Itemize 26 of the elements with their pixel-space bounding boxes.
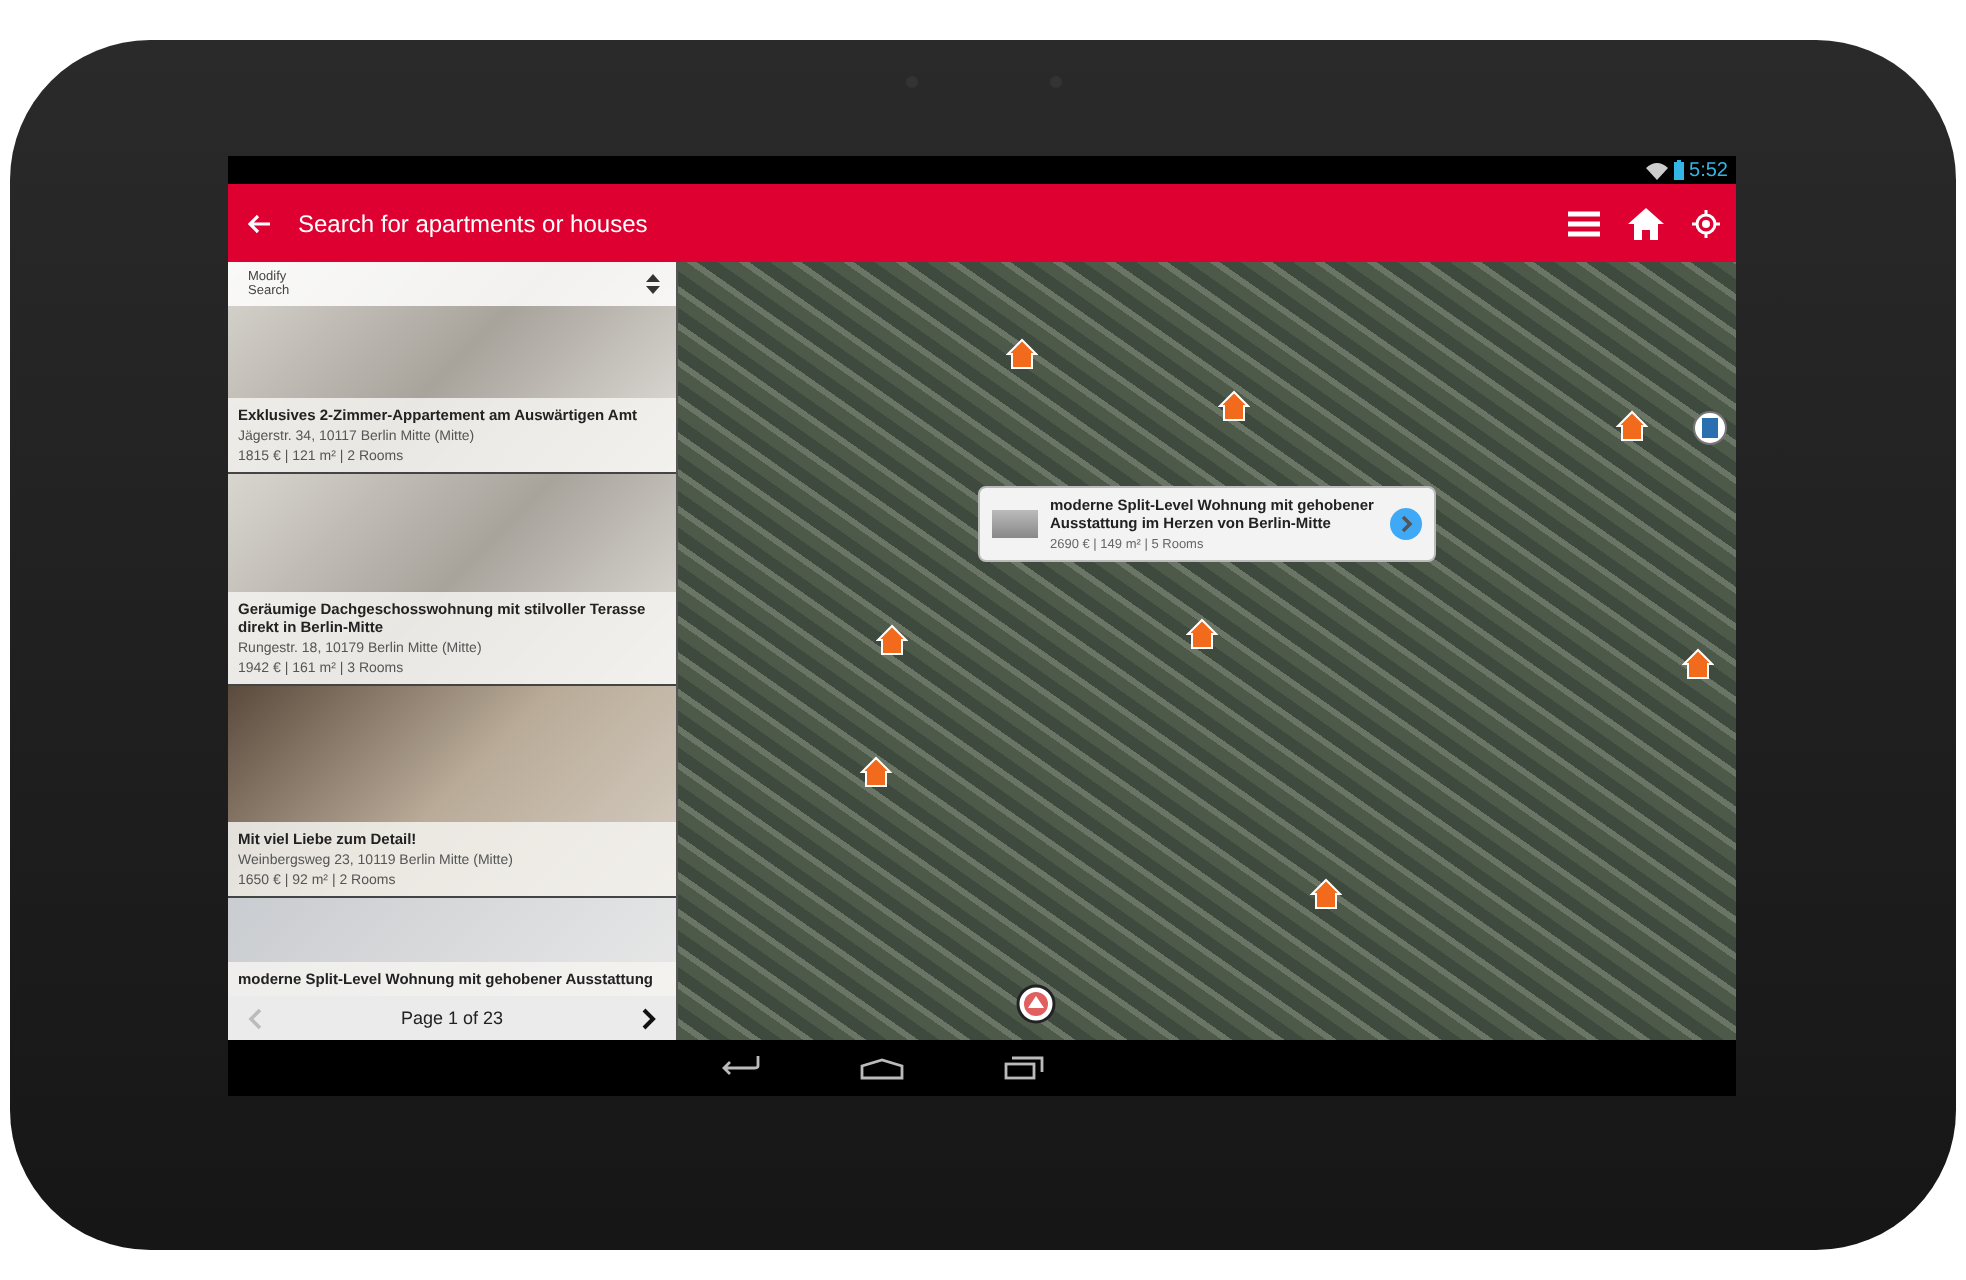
next-icon[interactable] <box>641 1007 656 1029</box>
house-marker-icon[interactable] <box>1186 618 1218 650</box>
house-marker-icon[interactable] <box>1682 648 1714 680</box>
location-marker-icon[interactable] <box>1016 984 1056 1024</box>
battery-icon <box>1673 160 1684 180</box>
building-marker-icon[interactable] <box>1692 410 1728 446</box>
sort-arrows-icon[interactable] <box>646 274 660 294</box>
chevron-right-icon[interactable] <box>1390 508 1422 540</box>
locate-icon[interactable] <box>1692 209 1720 237</box>
page-indicator: Page 1 of 23 <box>400 1008 504 1028</box>
house-marker-icon[interactable] <box>1616 410 1648 442</box>
back-icon[interactable] <box>720 1056 760 1080</box>
menu-icon[interactable] <box>1568 209 1600 237</box>
house-marker-icon[interactable] <box>1006 338 1038 370</box>
recents-icon[interactable] <box>1004 1056 1044 1080</box>
house-marker-icon[interactable] <box>1218 390 1250 422</box>
wifi-icon <box>1645 161 1668 179</box>
back-arrow-icon[interactable] <box>248 213 270 233</box>
photo-placeholder <box>992 510 1038 538</box>
home-button-icon[interactable] <box>860 1057 904 1079</box>
house-marker-icon[interactable] <box>860 756 892 788</box>
house-marker-icon[interactable] <box>876 624 908 656</box>
app-bar-title: Search for apartments or houses <box>298 209 650 237</box>
house-marker-icon[interactable] <box>1310 878 1342 910</box>
home-icon[interactable] <box>1628 207 1664 239</box>
clock-time: 5:52 <box>1689 159 1728 181</box>
